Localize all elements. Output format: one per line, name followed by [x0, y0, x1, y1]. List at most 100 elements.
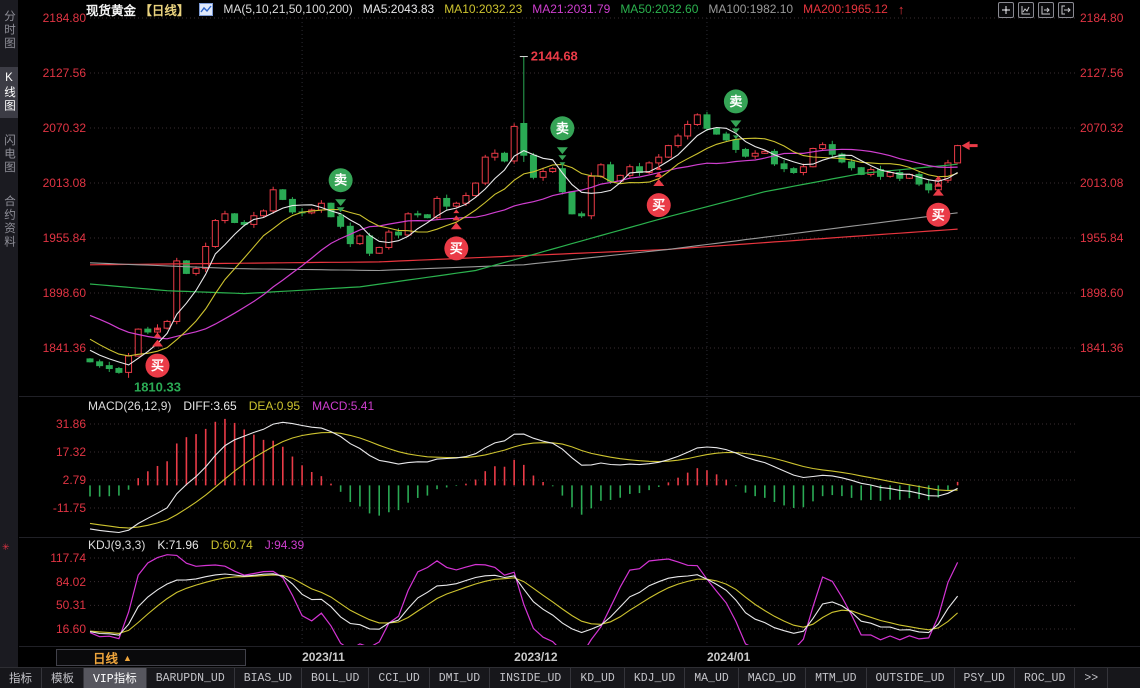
sidebar-item-3[interactable]: 闪电图 — [0, 129, 18, 180]
axis-tick-label: 2184.80 — [1080, 11, 1123, 25]
panel-separator — [19, 646, 1140, 647]
axis-tick-label: 2070.32 — [1080, 121, 1123, 135]
trend-up-icon: ↑ — [898, 2, 905, 17]
period-tag: 【日线】 — [139, 4, 189, 18]
axis-tick-label: 1898.60 — [1080, 286, 1123, 300]
axis-tick-label: 50.31 — [20, 598, 86, 612]
tab-ma_ud[interactable]: MA_UD — [685, 668, 739, 688]
svg-text:卖: 卖 — [334, 173, 347, 188]
crosshair-icon[interactable] — [998, 2, 1014, 18]
app-window: 分时图 K线图闪电图合约资料 2144.68 买 1810.33 卖买 卖买 卖买 现货黄金… — [0, 0, 1140, 688]
axis-tick-label: 31.86 — [20, 417, 86, 431]
ma-value-3: MA21:2031.79 — [532, 2, 610, 16]
axis-tick-label: 2.79 — [20, 473, 86, 487]
tab-指标[interactable]: 指标 — [0, 668, 42, 688]
high-price-annotation: 2144.68 — [531, 49, 578, 64]
period-selector[interactable]: 日线 ▲ — [56, 649, 246, 666]
tab-kdj_ud[interactable]: KDJ_UD — [625, 668, 685, 688]
period-up-arrow-icon: ▲ — [123, 653, 132, 663]
axis-tick-label: 1841.36 — [1080, 341, 1123, 355]
axis-tick-label: 2127.56 — [1080, 66, 1123, 80]
date-tick-label: 2024/01 — [707, 650, 750, 664]
svg-text:卖: 卖 — [729, 94, 742, 109]
tab-roc_ud[interactable]: ROC_UD — [1015, 668, 1075, 688]
chart-svg[interactable]: 2144.68 买 1810.33 卖买 卖买 卖买 — [0, 0, 1140, 688]
axis-tick-label: 1898.60 — [20, 286, 86, 300]
sell-marker: 卖 — [550, 116, 574, 166]
kdj-title: KDJ(9,3,3) — [88, 538, 145, 552]
sell-marker: 卖 — [724, 89, 748, 139]
axis-tick-label: 2184.80 — [20, 11, 86, 25]
tab-kd_ud[interactable]: KD_UD — [571, 668, 625, 688]
axis-tick-label: 16.60 — [20, 622, 86, 636]
panel-separator — [19, 396, 1140, 397]
tab-macd_ud[interactable]: MACD_UD — [739, 668, 806, 688]
axis-tick-label: -11.75 — [20, 501, 86, 515]
exit-chart-icon[interactable] — [1058, 2, 1074, 18]
ma-value-6: MA200:1965.12 — [803, 2, 888, 16]
sidebar-item-2[interactable]: K线图 — [0, 67, 18, 118]
axis-tick-label: 117.74 — [20, 551, 86, 565]
symbol-title: 现货黄金 — [86, 4, 136, 18]
macd-panel — [90, 419, 958, 533]
axis-tick-label: 2013.08 — [20, 176, 86, 190]
chart-header: 现货黄金 【日线】 MA(5,10,21,50,100,200) MA5:2043… — [86, 1, 904, 17]
kdj-d-value: D:60.74 — [211, 538, 253, 552]
macd-diff-value: DIFF:3.65 — [183, 399, 236, 413]
tab-cci_ud[interactable]: CCI_UD — [369, 668, 429, 688]
ma-values: MA(5,10,21,50,100,200) MA5:2043.83 MA10:20… — [223, 2, 887, 16]
axis-tick-label: 1955.84 — [1080, 231, 1123, 245]
indicator-tab-bar: 指标模板VIP指标BARUPDN_UDBIAS_UDBOLL_UDCCI_UDD… — [0, 667, 1140, 688]
left-sidebar: 分时图 K线图闪电图合约资料 — [0, 0, 18, 688]
tab-psy_ud[interactable]: PSY_UD — [955, 668, 1015, 688]
tab-mtm_ud[interactable]: MTM_UD — [806, 668, 866, 688]
axis-tick-label: 2127.56 — [20, 66, 86, 80]
tab-dmi_ud[interactable]: DMI_UD — [430, 668, 490, 688]
buy-marker: 买 — [647, 166, 671, 217]
tab-bias_ud[interactable]: BIAS_UD — [235, 668, 302, 688]
tab-outside_ud[interactable]: OUTSIDE_UD — [867, 668, 955, 688]
price-panel: 2144.68 买 1810.33 卖买 卖买 卖买 — [87, 49, 978, 395]
kdj-panel — [90, 555, 958, 656]
svg-text:买: 买 — [652, 198, 665, 213]
low-price-annotation: 1810.33 — [134, 380, 181, 395]
ma-value-5: MA100:1982.10 — [708, 2, 793, 16]
macd-title: MACD(26,12,9) — [88, 399, 171, 413]
axis-tick-label: 1955.84 — [20, 231, 86, 245]
indicator-flag-icon: ✳ — [2, 542, 10, 553]
macd-dea-value: DEA:0.95 — [249, 399, 300, 413]
period-label: 日线 — [93, 648, 118, 667]
axis-tick-label: 2070.32 — [20, 121, 86, 135]
tabs-more-button[interactable]: >> — [1075, 668, 1108, 688]
chart-toolbar — [998, 2, 1074, 18]
tab-vip指标[interactable]: VIP指标 — [84, 668, 147, 688]
tab-barupdn_ud[interactable]: BARUPDN_UD — [147, 668, 235, 688]
ma-value-0: MA(5,10,21,50,100,200) — [223, 2, 352, 16]
axis-tick-label: 84.02 — [20, 575, 86, 589]
ma-value-1: MA5:2043.83 — [363, 2, 434, 16]
macd-macd-value: MACD:5.41 — [312, 399, 374, 413]
kdj-header: KDJ(9,3,3) K:71.96 D:60.74 J:94.39 — [88, 538, 304, 552]
svg-text:买: 买 — [151, 358, 164, 373]
sidebar-item-4[interactable]: 合约资料 — [0, 190, 18, 254]
pan-axis-icon[interactable] — [1038, 2, 1054, 18]
svg-text:卖: 卖 — [556, 121, 569, 136]
date-tick-label: 2023/11 — [302, 650, 345, 664]
tab-boll_ud[interactable]: BOLL_UD — [302, 668, 369, 688]
sidebar-item-1[interactable]: 分时图 — [0, 5, 18, 56]
kdj-j-value: J:94.39 — [265, 538, 304, 552]
last-price-arrow — [962, 141, 978, 150]
axis-tick-label: 1841.36 — [20, 341, 86, 355]
scale-axis-icon[interactable] — [1018, 2, 1034, 18]
ma-value-4: MA50:2032.60 — [620, 2, 698, 16]
svg-text:买: 买 — [450, 241, 463, 256]
ma-value-2: MA10:2032.23 — [444, 2, 522, 16]
kdj-k-value: K:71.96 — [157, 538, 198, 552]
date-tick-label: 2023/12 — [514, 650, 557, 664]
tab-inside_ud[interactable]: INSIDE_UD — [490, 668, 571, 688]
svg-text:买: 买 — [932, 207, 945, 222]
tab-模板[interactable]: 模板 — [42, 668, 84, 688]
axis-tick-label: 2013.08 — [1080, 176, 1123, 190]
macd-header: MACD(26,12,9) DIFF:3.65 DEA:0.95 MACD:5.… — [88, 399, 374, 413]
axis-tick-label: 17.32 — [20, 445, 86, 459]
